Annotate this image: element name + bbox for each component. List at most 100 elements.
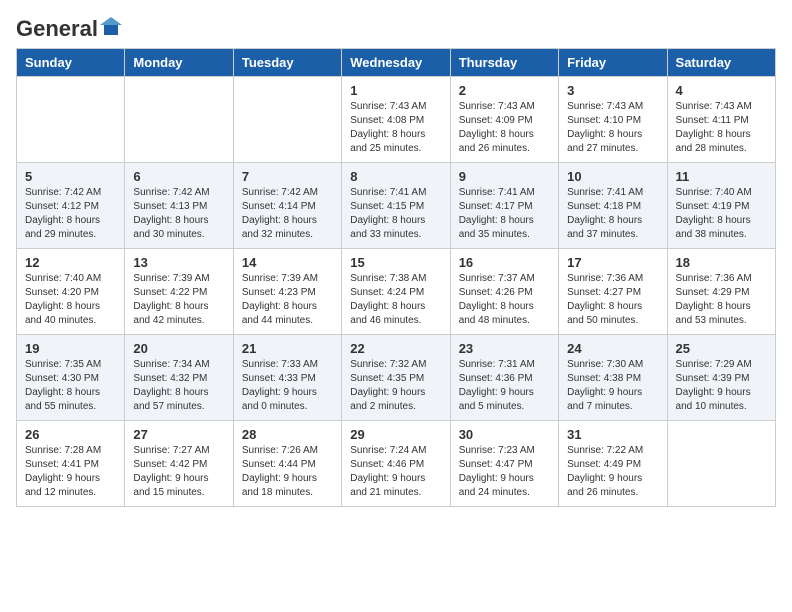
day-info: Sunrise: 7:43 AM Sunset: 4:10 PM Dayligh… (567, 100, 658, 156)
day-info: Sunrise: 7:43 AM Sunset: 4:11 PM Dayligh… (676, 100, 767, 156)
day-info: Sunrise: 7:29 AM Sunset: 4:39 PM Dayligh… (676, 358, 767, 414)
day-info: Sunrise: 7:41 AM Sunset: 4:18 PM Dayligh… (567, 186, 658, 242)
week-row-5: 26 Sunrise: 7:28 AM Sunset: 4:41 PM Dayli… (17, 421, 776, 507)
day-cell-4-1: 27Sunrise: 7:27 AM Sunset: 4:42 PM Dayli… (125, 421, 233, 507)
day-number: 27 (133, 427, 224, 442)
day-info: Sunrise: 7:43 AM Sunset: 4:09 PM Dayligh… (459, 100, 550, 156)
day-number: 15 (350, 255, 441, 270)
day-number: 3 (567, 83, 658, 98)
day-number: 26 (25, 427, 116, 442)
day-number: 1 (350, 83, 441, 98)
day-number: 22 (350, 341, 441, 356)
day-info: Sunrise: 7:42 AM Sunset: 4:14 PM Dayligh… (242, 186, 333, 242)
day-cell-4-2: 28 Sunrise: 7:26 AM Sunset: 4:44 PM Dayli… (233, 421, 341, 507)
day-info: Sunrise: 7:41 AM Sunset: 4:15 PM Dayligh… (350, 186, 441, 242)
day-number: 8 (350, 169, 441, 184)
day-number: 19 (25, 341, 116, 356)
logo-general-text: General (16, 16, 98, 42)
day-cell-1-2: 7 Sunrise: 7:42 AM Sunset: 4:14 PM Daylig… (233, 163, 341, 249)
day-info: Sunrise: 7:30 AM Sunset: 4:38 PM Dayligh… (567, 358, 658, 414)
day-number: 14 (242, 255, 333, 270)
day-cell-3-6: 25 Sunrise: 7:29 AM Sunset: 4:39 PM Dayli… (667, 335, 775, 421)
day-info: Sunrise: 7:38 AM Sunset: 4:24 PM Dayligh… (350, 272, 441, 328)
day-cell-1-3: 8 Sunrise: 7:41 AM Sunset: 4:15 PM Daylig… (342, 163, 450, 249)
header-tuesday: Tuesday (233, 49, 341, 77)
day-cell-3-1: 20 Sunrise: 7:34 AM Sunset: 4:32 PM Dayli… (125, 335, 233, 421)
week-row-2: 5 Sunrise: 7:42 AM Sunset: 4:12 PM Daylig… (17, 163, 776, 249)
day-cell-3-4: 23 Sunrise: 7:31 AM Sunset: 4:36 PM Dayli… (450, 335, 558, 421)
logo-icon (100, 17, 122, 39)
day-info: Sunrise: 7:39 AM Sunset: 4:23 PM Dayligh… (242, 272, 333, 328)
header-friday: Friday (559, 49, 667, 77)
header-thursday: Thursday (450, 49, 558, 77)
day-cell-2-3: 15 Sunrise: 7:38 AM Sunset: 4:24 PM Dayli… (342, 249, 450, 335)
header-wednesday: Wednesday (342, 49, 450, 77)
day-info: Sunrise: 7:41 AM Sunset: 4:17 PM Dayligh… (459, 186, 550, 242)
day-cell-0-1 (125, 77, 233, 163)
day-number: 30 (459, 427, 550, 442)
day-info: Sunrise: 7:28 AM Sunset: 4:41 PM Dayligh… (25, 444, 116, 500)
day-cell-0-2 (233, 77, 341, 163)
day-number: 7 (242, 169, 333, 184)
day-cell-3-2: 21Sunrise: 7:33 AM Sunset: 4:33 PM Dayli… (233, 335, 341, 421)
calendar-table: SundayMondayTuesdayWednesdayThursdayFrid… (16, 48, 776, 507)
day-info: Sunrise: 7:42 AM Sunset: 4:13 PM Dayligh… (133, 186, 224, 242)
day-cell-4-3: 29Sunrise: 7:24 AM Sunset: 4:46 PM Dayli… (342, 421, 450, 507)
day-number: 28 (242, 427, 333, 442)
day-number: 16 (459, 255, 550, 270)
day-number: 6 (133, 169, 224, 184)
day-number: 31 (567, 427, 658, 442)
week-row-4: 19Sunrise: 7:35 AM Sunset: 4:30 PM Dayli… (17, 335, 776, 421)
day-cell-3-3: 22 Sunrise: 7:32 AM Sunset: 4:35 PM Dayli… (342, 335, 450, 421)
day-number: 20 (133, 341, 224, 356)
day-number: 2 (459, 83, 550, 98)
day-number: 9 (459, 169, 550, 184)
day-cell-0-4: 2 Sunrise: 7:43 AM Sunset: 4:09 PM Daylig… (450, 77, 558, 163)
logo: General (16, 16, 122, 38)
day-cell-0-3: 1 Sunrise: 7:43 AM Sunset: 4:08 PM Daylig… (342, 77, 450, 163)
day-cell-4-5: 31 Sunrise: 7:22 AM Sunset: 4:49 PM Dayli… (559, 421, 667, 507)
day-cell-2-4: 16 Sunrise: 7:37 AM Sunset: 4:26 PM Dayli… (450, 249, 558, 335)
day-cell-4-0: 26 Sunrise: 7:28 AM Sunset: 4:41 PM Dayli… (17, 421, 125, 507)
header-monday: Monday (125, 49, 233, 77)
day-number: 18 (676, 255, 767, 270)
day-info: Sunrise: 7:43 AM Sunset: 4:08 PM Dayligh… (350, 100, 441, 156)
day-cell-2-5: 17 Sunrise: 7:36 AM Sunset: 4:27 PM Dayli… (559, 249, 667, 335)
day-number: 21 (242, 341, 333, 356)
day-number: 17 (567, 255, 658, 270)
day-info: Sunrise: 7:36 AM Sunset: 4:29 PM Dayligh… (676, 272, 767, 328)
day-info: Sunrise: 7:34 AM Sunset: 4:32 PM Dayligh… (133, 358, 224, 414)
day-cell-1-6: 11 Sunrise: 7:40 AM Sunset: 4:19 PM Dayli… (667, 163, 775, 249)
day-info: Sunrise: 7:23 AM Sunset: 4:47 PM Dayligh… (459, 444, 550, 500)
day-info: Sunrise: 7:26 AM Sunset: 4:44 PM Dayligh… (242, 444, 333, 500)
day-info: Sunrise: 7:42 AM Sunset: 4:12 PM Dayligh… (25, 186, 116, 242)
week-row-3: 12Sunrise: 7:40 AM Sunset: 4:20 PM Dayli… (17, 249, 776, 335)
day-number: 23 (459, 341, 550, 356)
page-header: General (16, 16, 776, 38)
day-cell-4-6 (667, 421, 775, 507)
week-row-1: 1 Sunrise: 7:43 AM Sunset: 4:08 PM Daylig… (17, 77, 776, 163)
day-number: 4 (676, 83, 767, 98)
day-info: Sunrise: 7:40 AM Sunset: 4:19 PM Dayligh… (676, 186, 767, 242)
day-info: Sunrise: 7:36 AM Sunset: 4:27 PM Dayligh… (567, 272, 658, 328)
day-info: Sunrise: 7:22 AM Sunset: 4:49 PM Dayligh… (567, 444, 658, 500)
day-cell-1-5: 10Sunrise: 7:41 AM Sunset: 4:18 PM Dayli… (559, 163, 667, 249)
calendar-header-row: SundayMondayTuesdayWednesdayThursdayFrid… (17, 49, 776, 77)
day-info: Sunrise: 7:37 AM Sunset: 4:26 PM Dayligh… (459, 272, 550, 328)
day-cell-3-0: 19Sunrise: 7:35 AM Sunset: 4:30 PM Dayli… (17, 335, 125, 421)
day-number: 13 (133, 255, 224, 270)
day-cell-2-1: 13 Sunrise: 7:39 AM Sunset: 4:22 PM Dayli… (125, 249, 233, 335)
day-cell-1-1: 6 Sunrise: 7:42 AM Sunset: 4:13 PM Daylig… (125, 163, 233, 249)
day-number: 24 (567, 341, 658, 356)
day-info: Sunrise: 7:31 AM Sunset: 4:36 PM Dayligh… (459, 358, 550, 414)
day-info: Sunrise: 7:39 AM Sunset: 4:22 PM Dayligh… (133, 272, 224, 328)
day-cell-4-4: 30 Sunrise: 7:23 AM Sunset: 4:47 PM Dayli… (450, 421, 558, 507)
day-number: 25 (676, 341, 767, 356)
day-cell-1-4: 9 Sunrise: 7:41 AM Sunset: 4:17 PM Daylig… (450, 163, 558, 249)
day-cell-0-0 (17, 77, 125, 163)
day-number: 11 (676, 169, 767, 184)
header-saturday: Saturday (667, 49, 775, 77)
day-info: Sunrise: 7:32 AM Sunset: 4:35 PM Dayligh… (350, 358, 441, 414)
header-sunday: Sunday (17, 49, 125, 77)
day-number: 5 (25, 169, 116, 184)
